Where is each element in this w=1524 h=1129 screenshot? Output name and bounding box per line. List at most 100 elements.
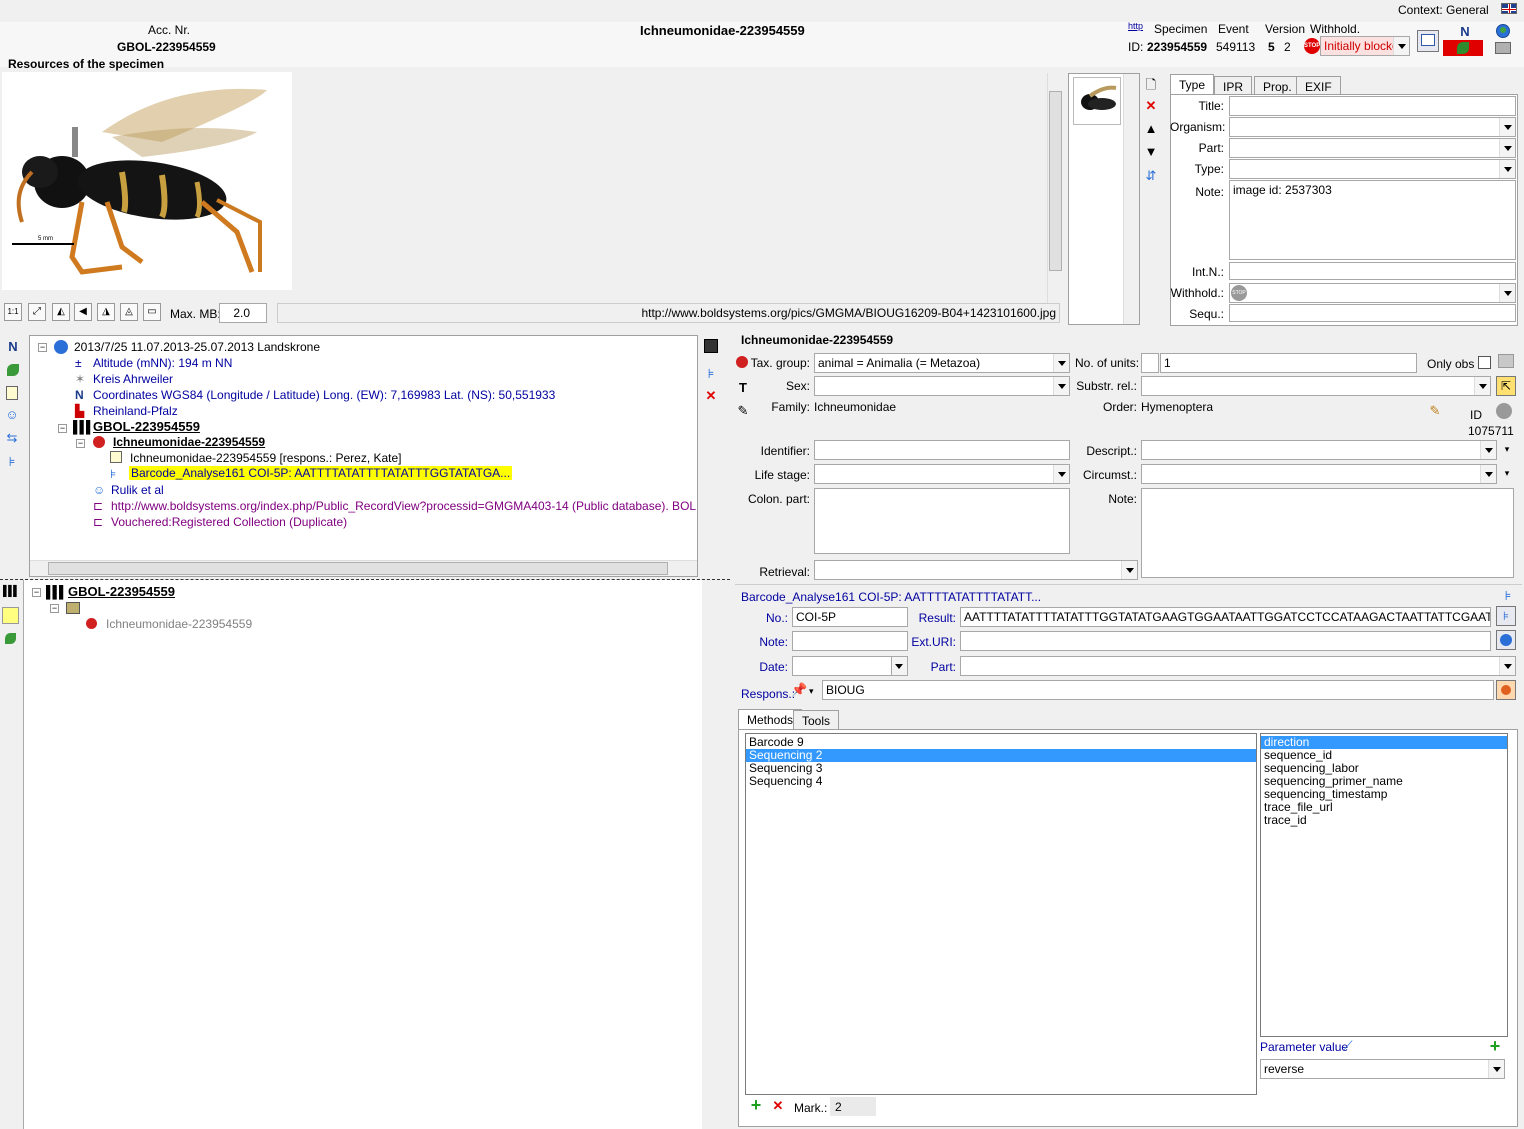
plant-filter-icon[interactable] bbox=[5, 633, 16, 644]
delete-icon[interactable]: ✕ bbox=[1143, 98, 1159, 114]
respons-lookup-button[interactable] bbox=[1496, 680, 1516, 700]
colon-field[interactable] bbox=[814, 488, 1070, 554]
exturi-field[interactable] bbox=[960, 631, 1491, 651]
descript-menu-button[interactable]: ▾ bbox=[1500, 440, 1514, 460]
move-up-icon[interactable]: ▲ bbox=[1143, 121, 1159, 137]
bottom-tree-gbol[interactable]: GBOL-223954559 bbox=[68, 584, 175, 599]
specimen-image[interactable]: 5 mm bbox=[2, 72, 292, 290]
thumbnail-item[interactable] bbox=[1073, 77, 1121, 125]
param-edit-icon[interactable]: ⟋ bbox=[1340, 1038, 1356, 1054]
analysis-no-field[interactable]: COI-5P bbox=[792, 607, 908, 627]
relation-button[interactable]: ⇱ bbox=[1496, 376, 1516, 396]
sequ-field[interactable] bbox=[1229, 304, 1516, 322]
tree-event[interactable]: 2013/7/25 11.07.2013-25.07.2013 Landskro… bbox=[74, 340, 320, 354]
leaf-status-button[interactable] bbox=[1443, 40, 1483, 56]
tab-ipr[interactable]: IPR bbox=[1214, 76, 1253, 96]
title-field[interactable] bbox=[1229, 96, 1516, 116]
hierarchy-tree[interactable]: − ▌▌▌ GBOL-223954559 − Ichneumonidae-223… bbox=[24, 580, 702, 1129]
globe-icon[interactable] bbox=[1496, 24, 1510, 38]
type-select[interactable] bbox=[1229, 159, 1516, 179]
rotate-left-button[interactable]: ◀ bbox=[74, 303, 92, 321]
add-analysis-icon[interactable]: ⊧ bbox=[703, 366, 719, 382]
plant-icon[interactable] bbox=[7, 364, 19, 376]
person-icon[interactable]: ☺ bbox=[4, 407, 20, 423]
tree-vouchered[interactable]: Vouchered:Registered Collection (Duplica… bbox=[111, 515, 347, 529]
date-picker-button[interactable] bbox=[892, 656, 908, 676]
withhold-form-select[interactable]: STOP bbox=[1229, 283, 1516, 303]
unit-stop-icon[interactable] bbox=[1496, 403, 1512, 419]
method-item[interactable]: Sequencing 4 bbox=[746, 775, 1256, 788]
circumst-select[interactable] bbox=[1141, 464, 1497, 484]
tree-coords[interactable]: Coordinates WGS84 (Longitude / Latitude)… bbox=[93, 388, 555, 402]
http-link[interactable]: http bbox=[1128, 21, 1143, 31]
new-resource-icon[interactable]: 🗋 bbox=[1143, 77, 1159, 93]
remove-icon[interactable]: ✕ bbox=[703, 388, 719, 404]
save-icon[interactable] bbox=[704, 339, 718, 353]
add-method-icon[interactable]: + bbox=[748, 1096, 764, 1114]
date-field[interactable] bbox=[792, 656, 892, 676]
add-param-icon[interactable]: + bbox=[1487, 1037, 1503, 1055]
tree-bold-url[interactable]: http://www.boldsystems.org/index.php/Pub… bbox=[111, 499, 697, 513]
substr-select[interactable] bbox=[1141, 376, 1491, 396]
units-prefix-field[interactable] bbox=[1141, 353, 1159, 373]
circumst-menu-button[interactable]: ▾ bbox=[1500, 464, 1514, 484]
mark-value[interactable]: 2 bbox=[830, 1097, 876, 1116]
max-mb-stepper[interactable]: 2.0 bbox=[219, 303, 267, 323]
analysis-note-field[interactable] bbox=[792, 631, 908, 651]
descript-select[interactable] bbox=[1141, 440, 1497, 460]
result-edit-button[interactable]: ⊧ bbox=[1496, 606, 1516, 626]
respons-menu-button[interactable]: ▾ bbox=[809, 684, 821, 698]
thumbnail-list[interactable] bbox=[1068, 73, 1140, 325]
tab-prop[interactable]: Prop. bbox=[1254, 76, 1301, 96]
tree-hscrollbar[interactable] bbox=[30, 560, 697, 576]
open-uri-button[interactable] bbox=[1496, 630, 1516, 650]
retrieval-select[interactable] bbox=[814, 560, 1138, 580]
note-field[interactable]: image id: 2537303 bbox=[1229, 180, 1516, 260]
methods-list[interactable]: Barcode 9 Sequencing 2 Sequencing 3 Sequ… bbox=[745, 733, 1257, 1095]
flip-vertical-button[interactable]: ◮ bbox=[97, 303, 115, 321]
intn-field[interactable] bbox=[1229, 262, 1516, 280]
move-down-icon[interactable]: ▼ bbox=[1143, 144, 1159, 160]
note-filter-icon[interactable] bbox=[2, 607, 19, 624]
part-select[interactable] bbox=[1229, 138, 1516, 158]
onlyobs-checkbox[interactable] bbox=[1478, 356, 1491, 369]
uk-flag-icon[interactable] bbox=[1501, 3, 1517, 14]
analysis-part-select[interactable] bbox=[960, 656, 1516, 676]
barcode-filter-icon[interactable]: ▌▌▌ bbox=[3, 586, 20, 597]
withhold-select[interactable]: Initially blocked bbox=[1320, 36, 1410, 56]
tab-type[interactable]: Type bbox=[1170, 74, 1215, 96]
image-scrollbar[interactable] bbox=[1047, 73, 1063, 323]
param-item[interactable]: trace_id bbox=[1261, 814, 1507, 827]
taxgroup-select[interactable]: animal = Animalia (= Metazoa) bbox=[814, 353, 1070, 373]
image-icon[interactable] bbox=[1498, 354, 1514, 368]
lifestage-select[interactable] bbox=[814, 464, 1070, 484]
analysis-icon[interactable]: ⊧ bbox=[4, 454, 20, 470]
tree-gbol[interactable]: GBOL-223954559 bbox=[93, 419, 200, 434]
tree-kreis[interactable]: Kreis Ahrweiler bbox=[93, 372, 173, 386]
remove-method-icon[interactable]: ✕ bbox=[770, 1098, 786, 1114]
transaction-icon[interactable]: ⇆ bbox=[4, 430, 20, 446]
param-value-select[interactable]: reverse bbox=[1260, 1059, 1505, 1079]
note-icon[interactable] bbox=[6, 386, 18, 400]
fit-image-button[interactable]: ⤢ bbox=[28, 303, 46, 321]
tree-altitude[interactable]: Altitude (mNN): 194 m NN bbox=[93, 356, 232, 370]
sex-select[interactable] bbox=[814, 376, 1070, 396]
result-field[interactable]: AATTTTATATTTTATATTTGGTATATGAAGTGGAATAATT… bbox=[960, 607, 1491, 627]
rotate-right-button[interactable]: ◬ bbox=[120, 303, 138, 321]
units-field[interactable]: 1 bbox=[1160, 353, 1417, 373]
method-item[interactable]: Barcode 9 bbox=[746, 736, 1256, 749]
details-button[interactable] bbox=[1417, 30, 1439, 52]
analysis-type-icon[interactable]: ⊧ bbox=[1500, 588, 1516, 604]
tab-tools[interactable]: Tools bbox=[793, 710, 840, 730]
sort-icon[interactable]: ⇵ bbox=[1143, 168, 1159, 184]
pin-icon[interactable]: 📌 bbox=[791, 682, 807, 698]
organism-select[interactable] bbox=[1229, 117, 1516, 137]
parameters-list[interactable]: direction sequence_id sequencing_labor s… bbox=[1260, 733, 1508, 1037]
image-url-field[interactable]: http://www.boldsystems.org/pics/GMGMA/BI… bbox=[277, 303, 1060, 323]
printer-icon[interactable] bbox=[1495, 42, 1511, 54]
unit-note-field[interactable] bbox=[1141, 488, 1514, 578]
tree-rhein[interactable]: Rheinland-Pfalz bbox=[93, 404, 178, 418]
zoom-1to1-button[interactable]: 1:1 bbox=[4, 303, 22, 321]
tree-barcode[interactable]: Barcode_Analyse161 COI-5P: AATTTTATATTTT… bbox=[129, 466, 513, 480]
method-item[interactable]: Sequencing 2 bbox=[746, 749, 1256, 762]
